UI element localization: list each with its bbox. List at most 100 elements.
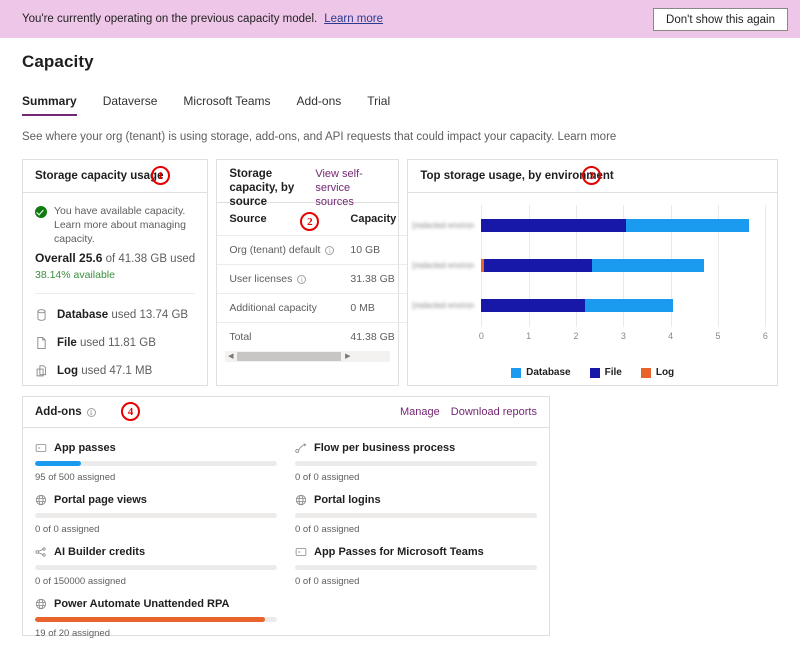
addon-progress-bar [35, 565, 277, 570]
environment-card-header: Top storage usage, by environment 3 [408, 160, 777, 193]
addon-label: App passes [54, 441, 116, 454]
storage-usage-card-body: You have available capacity. Learn more … [23, 193, 207, 378]
addons-list: App passes 95 of 500 assigned Flow per bus… [23, 428, 549, 639]
chart-plot-area: 0 1 2 3 4 5 6 [redacted environment 1] [redacted… [412, 205, 768, 341]
info-icon[interactable]: i [325, 245, 335, 255]
top-storage-by-environment-card: Top storage usage, by environment 3 0 1 2 3… [407, 159, 778, 386]
addon-progress-bar [295, 565, 537, 570]
source-name-1: User licenses [229, 272, 293, 285]
database-icon [37, 309, 46, 321]
info-icon[interactable]: i [86, 407, 96, 417]
addon-assigned-text: 19 of 20 assigned [35, 628, 111, 639]
chart-bar-row[interactable]: [redacted environment 2] [412, 259, 765, 272]
chart-bar-segment-file[interactable] [481, 219, 627, 232]
source-name-total: Total [229, 330, 252, 343]
addons-card-header: Add-ons i 4 Manage Download reports [23, 397, 549, 428]
rpa-icon [35, 598, 47, 609]
addon-progress-bar [295, 461, 537, 466]
chart-bar-segment-database[interactable] [591, 259, 704, 272]
view-self-service-sources-link[interactable]: View self-service sources [315, 167, 386, 209]
manage-link[interactable]: Manage [400, 406, 440, 418]
storage-usage-card-title: Storage capacity usage [35, 170, 164, 182]
subtitle-learn-more-link[interactable]: Learn more [557, 131, 616, 143]
addon-progress-bar [35, 513, 277, 518]
addons-header-actions: Manage Download reports [400, 406, 537, 418]
addon-progress-bar [295, 513, 537, 518]
capacity-status-text: You have available capacity. Learn more … [54, 205, 186, 245]
tab-trial[interactable]: Trial [367, 94, 390, 116]
addon-label: App Passes for Microsoft Teams [314, 545, 484, 558]
capacity-model-banner: You're currently operating on the previo… [0, 0, 800, 38]
usage-file-value: used 11.81 GB [80, 337, 156, 349]
chart-bar-segment-file[interactable] [481, 299, 586, 312]
environment-bar-chart: 0 1 2 3 4 5 6 [redacted environment 1] [redacted… [408, 193, 777, 386]
usage-item-log: Log used 47.1 MB [35, 364, 195, 378]
annotation-marker-4: 4 [121, 402, 140, 421]
chart-ytick-label: [redacted environment 3] [412, 301, 475, 310]
chart-xtick-label: 0 [478, 331, 484, 341]
legend-item-database[interactable]: Database [511, 367, 571, 378]
source-capacity-2: 0 MB [346, 293, 409, 323]
scroll-right-arrow-icon[interactable]: ▶ [342, 351, 353, 362]
ai-builder-icon [35, 546, 46, 557]
subtitle-text: See where your org (tenant) is using sto… [22, 131, 555, 143]
success-check-icon [35, 206, 47, 218]
available-percent: 38.14% available [35, 269, 115, 281]
addon-progress-bar [35, 461, 277, 466]
usage-item-file: File used 11.81 GB [35, 336, 195, 350]
scrollbar-thumb[interactable] [237, 352, 342, 361]
addon-assigned-text: 0 of 0 assigned [35, 524, 100, 535]
download-reports-link[interactable]: Download reports [451, 406, 537, 418]
addons-card: Add-ons i 4 Manage Download reports App … [22, 396, 550, 639]
dont-show-again-button[interactable]: Don't show this again [653, 8, 788, 31]
addon-item: Portal logins 0 of 0 assigned [295, 492, 537, 535]
addon-assigned-text: 0 of 0 assigned [295, 524, 360, 535]
chart-ytick-label: [redacted environment 2] [412, 261, 475, 270]
chart-bar-segment-database[interactable] [585, 299, 674, 312]
info-icon[interactable]: i [297, 274, 307, 284]
tab-microsoft-teams[interactable]: Microsoft Teams [183, 94, 270, 116]
tab-add-ons[interactable]: Add-ons [297, 94, 342, 116]
addon-progress-bar [35, 617, 277, 622]
chart-ytick-label: [redacted environment 1] [412, 221, 475, 230]
usage-item-database: Database used 13.74 GB [35, 308, 195, 322]
chart-xtick-label: 2 [573, 331, 579, 341]
legend-item-log[interactable]: Log [640, 367, 675, 378]
tab-dataverse[interactable]: Dataverse [103, 94, 158, 116]
log-icon [36, 365, 47, 377]
flow-icon [295, 442, 307, 453]
overall-usage-line: Overall 25.6 of 41.38 GB used [35, 251, 195, 267]
summary-cards-row: Storage capacity usage 1 You have availa… [22, 159, 778, 386]
table-row: User licenses i 31.38 GB [217, 264, 409, 294]
addon-label: Power Automate Unattended RPA [54, 597, 230, 610]
file-icon [37, 337, 46, 349]
legend-item-file[interactable]: File [589, 367, 622, 378]
storage-by-source-card: Storage capacity, by source View self-se… [216, 159, 409, 386]
source-table-horizontal-scrollbar[interactable]: ◀ ▶ [225, 351, 391, 362]
chart-bar-segment-file[interactable] [483, 259, 592, 272]
chart-xtick-label: 3 [620, 331, 626, 341]
source-card-title: Storage capacity, by source [229, 168, 295, 208]
addon-title: App passes [35, 440, 277, 455]
addon-item: Power Automate Unattended RPA 19 of 20 as… [35, 596, 277, 639]
chart-gridline [765, 205, 767, 327]
table-row: Org (tenant) default i 10 GB [217, 235, 409, 265]
legend-label: Log [655, 367, 675, 378]
addon-label: AI Builder credits [54, 545, 146, 558]
addons-card-title: Add-ons [35, 406, 82, 418]
usage-log-name: Log [57, 365, 79, 377]
tab-summary[interactable]: Summary [22, 94, 77, 116]
source-name-0: Org (tenant) default [229, 243, 321, 256]
addon-assigned-text: 95 of 500 assigned [35, 472, 116, 483]
page-subtitle: See where your org (tenant) is using sto… [22, 131, 778, 143]
addon-progress-fill [35, 617, 265, 622]
storage-usage-card-header: Storage capacity usage 1 [23, 160, 208, 193]
chart-bar-segment-database[interactable] [626, 219, 749, 232]
banner-learn-more-link[interactable]: Learn more [324, 13, 383, 25]
chart-bar-row[interactable]: [redacted environment 3] [412, 299, 765, 312]
addon-assigned-text: 0 of 0 assigned [295, 472, 360, 483]
scroll-left-arrow-icon[interactable]: ◀ [225, 351, 236, 362]
annotation-marker-3: 3 [582, 166, 602, 185]
chart-bar-row[interactable]: [redacted environment 1] [412, 219, 765, 232]
addon-item: AI Builder credits 0 of 150000 assigned [35, 544, 277, 587]
